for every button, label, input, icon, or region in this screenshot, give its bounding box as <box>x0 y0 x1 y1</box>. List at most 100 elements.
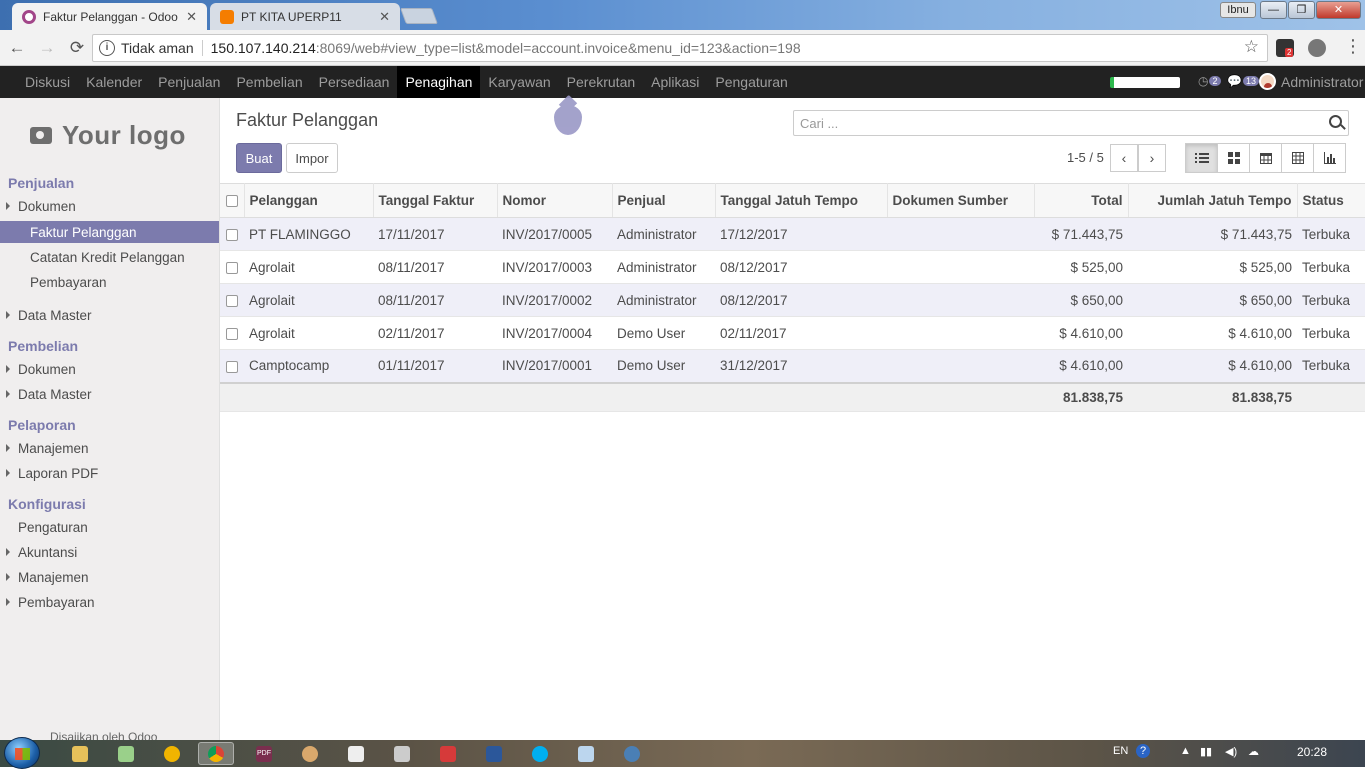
taskbar-app[interactable] <box>430 742 466 765</box>
kanban-view-button[interactable] <box>1217 143 1250 173</box>
sidebar-item-faktur-pelanggan[interactable]: Faktur Pelanggan <box>0 221 219 243</box>
import-button[interactable]: Impor <box>286 143 338 173</box>
sidebar-item-manajemen-konfigurasi[interactable]: Manajemen <box>0 566 219 588</box>
taskbar-pdf[interactable]: PDF <box>246 742 282 765</box>
taskbar-skype[interactable] <box>522 742 558 765</box>
select-all-checkbox[interactable] <box>226 195 238 208</box>
column-header-penjual[interactable]: Penjual <box>612 183 716 218</box>
menu-diskusi[interactable]: Diskusi <box>0 66 78 98</box>
create-button[interactable]: Buat <box>236 143 282 173</box>
menu-karyawan[interactable]: Karyawan <box>480 66 558 98</box>
column-header-status[interactable]: Status <box>1297 183 1365 218</box>
back-button[interactable]: ← <box>4 38 30 58</box>
extension-icon[interactable]: 2 <box>1276 39 1294 57</box>
company-logo[interactable]: Your logo <box>30 120 186 151</box>
column-header-pelanggan[interactable]: Pelanggan <box>244 183 374 218</box>
row-checkbox[interactable] <box>226 360 238 373</box>
taskbar-app[interactable] <box>292 742 328 765</box>
sidebar-item-data-master[interactable]: Data Master <box>0 304 219 326</box>
table-row[interactable]: Agrolait 08/11/2017 INV/2017/0002 Admini… <box>220 283 1365 317</box>
calendar-view-button[interactable] <box>1249 143 1282 173</box>
column-header-tanggal-jatuh-tempo[interactable]: Tanggal Jatuh Tempo <box>715 183 888 218</box>
row-checkbox[interactable] <box>226 228 238 241</box>
tab-faktur-pelanggan[interactable]: Faktur Pelanggan - Odoo ✕ <box>12 3 207 30</box>
show-hidden-icons-icon[interactable]: ▲ <box>1180 745 1191 757</box>
address-bar[interactable]: i Tidak aman 150.107.140.214 :8069/web#v… <box>92 34 1268 62</box>
search-icon[interactable] <box>1329 115 1342 128</box>
cloud-icon[interactable]: ☁ <box>1248 745 1259 758</box>
graph-view-button[interactable] <box>1313 143 1346 173</box>
help-icon[interactable]: ? <box>1136 744 1150 758</box>
row-checkbox[interactable] <box>226 327 238 340</box>
list-view-button[interactable] <box>1185 143 1218 173</box>
table-row[interactable]: Agrolait 02/11/2017 INV/2017/0004 Demo U… <box>220 316 1365 350</box>
taskbar-app[interactable] <box>614 742 650 765</box>
messaging-menu[interactable]: 💬 13 <box>1227 74 1259 88</box>
table-row[interactable]: Agrolait 08/11/2017 INV/2017/0003 Admini… <box>220 250 1365 284</box>
taskbar-chrome[interactable] <box>198 742 234 765</box>
reload-button[interactable]: ⟳ <box>64 38 90 58</box>
pager-value[interactable]: 1-5 / 5 <box>1067 150 1104 165</box>
row-checkbox-cell[interactable] <box>220 349 244 383</box>
forward-button[interactable]: → <box>34 38 60 58</box>
sidebar-item-manajemen[interactable]: Manajemen <box>0 437 219 459</box>
row-checkbox-cell[interactable] <box>220 316 244 350</box>
sidebar-item-dokumen-pembelian[interactable]: Dokumen <box>0 358 219 380</box>
pager-previous-button[interactable]: ‹ <box>1110 144 1138 172</box>
table-row[interactable]: PT FLAMINGGO 17/11/2017 INV/2017/0005 Ad… <box>220 217 1365 251</box>
sidebar-item-pembayaran[interactable]: Pembayaran <box>0 271 219 293</box>
network-icon[interactable]: ▮▮ <box>1200 745 1212 758</box>
minimize-button[interactable]: — <box>1260 1 1287 19</box>
bookmark-star-icon[interactable]: ☆ <box>1244 37 1259 57</box>
menu-pembelian[interactable]: Pembelian <box>228 66 310 98</box>
language-indicator[interactable]: EN <box>1113 745 1128 757</box>
sidebar-item-akuntansi[interactable]: Akuntansi <box>0 541 219 563</box>
column-header-tanggal-faktur[interactable]: Tanggal Faktur <box>373 183 498 218</box>
clock[interactable]: 20:28 <box>1297 745 1327 759</box>
sidebar-item-catatan-kredit[interactable]: Catatan Kredit Pelanggan <box>0 246 219 268</box>
menu-pengaturan[interactable]: Pengaturan <box>707 66 795 98</box>
taskbar-app[interactable] <box>338 742 374 765</box>
select-all-checkbox-cell[interactable] <box>220 183 245 218</box>
menu-aplikasi[interactable]: Aplikasi <box>643 66 707 98</box>
chrome-menu-icon[interactable]: ⋮ <box>1344 37 1362 55</box>
row-checkbox[interactable] <box>226 294 238 307</box>
sidebar-item-pembayaran-konfigurasi[interactable]: Pembayaran <box>0 591 219 613</box>
taskbar-word[interactable] <box>476 742 512 765</box>
taskbar-notepad[interactable] <box>568 742 604 765</box>
pivot-view-button[interactable] <box>1281 143 1314 173</box>
column-header-jumlah-jatuh-tempo[interactable]: Jumlah Jatuh Tempo <box>1128 183 1298 218</box>
planner-progress-bar[interactable] <box>1110 77 1180 88</box>
row-checkbox-cell[interactable] <box>220 250 244 284</box>
row-checkbox[interactable] <box>226 261 238 274</box>
new-tab-button[interactable] <box>400 8 438 24</box>
taskbar-app[interactable] <box>154 742 190 765</box>
volume-icon[interactable]: ◀) <box>1225 745 1237 758</box>
taskbar-app[interactable] <box>108 742 144 765</box>
close-tab-icon[interactable]: ✕ <box>186 9 197 25</box>
row-checkbox-cell[interactable] <box>220 283 244 317</box>
profile-button[interactable]: Ibnu <box>1220 2 1256 18</box>
search-box[interactable] <box>793 110 1349 136</box>
search-input[interactable] <box>800 115 1310 131</box>
sidebar-item-laporan-pdf[interactable]: Laporan PDF <box>0 462 219 484</box>
taskbar-explorer[interactable] <box>62 742 98 765</box>
activity-menu[interactable]: ◷ 2 <box>1198 74 1221 88</box>
row-checkbox-cell[interactable] <box>220 217 244 251</box>
menu-perekrutan[interactable]: Perekrutan <box>559 66 643 98</box>
menu-persediaan[interactable]: Persediaan <box>311 66 398 98</box>
maximize-button[interactable]: ❐ <box>1288 1 1315 19</box>
menu-penjualan[interactable]: Penjualan <box>150 66 228 98</box>
menu-penagihan[interactable]: Penagihan <box>397 66 481 98</box>
menu-kalender[interactable]: Kalender <box>78 66 150 98</box>
sidebar-item-dokumen[interactable]: Dokumen <box>0 195 219 217</box>
user-menu[interactable]: Administrator <box>1259 73 1363 90</box>
column-header-total[interactable]: Total <box>1034 183 1129 218</box>
info-icon[interactable]: i <box>99 40 115 56</box>
pager-next-button[interactable]: › <box>1138 144 1166 172</box>
chat-extension-icon[interactable] <box>1308 39 1326 57</box>
close-window-button[interactable]: ✕ <box>1316 1 1361 19</box>
tab-pt-kita[interactable]: PT KITA UPERP11 ✕ <box>210 3 400 30</box>
column-header-nomor[interactable]: Nomor <box>497 183 613 218</box>
sidebar-item-data-master-pembelian[interactable]: Data Master <box>0 383 219 405</box>
